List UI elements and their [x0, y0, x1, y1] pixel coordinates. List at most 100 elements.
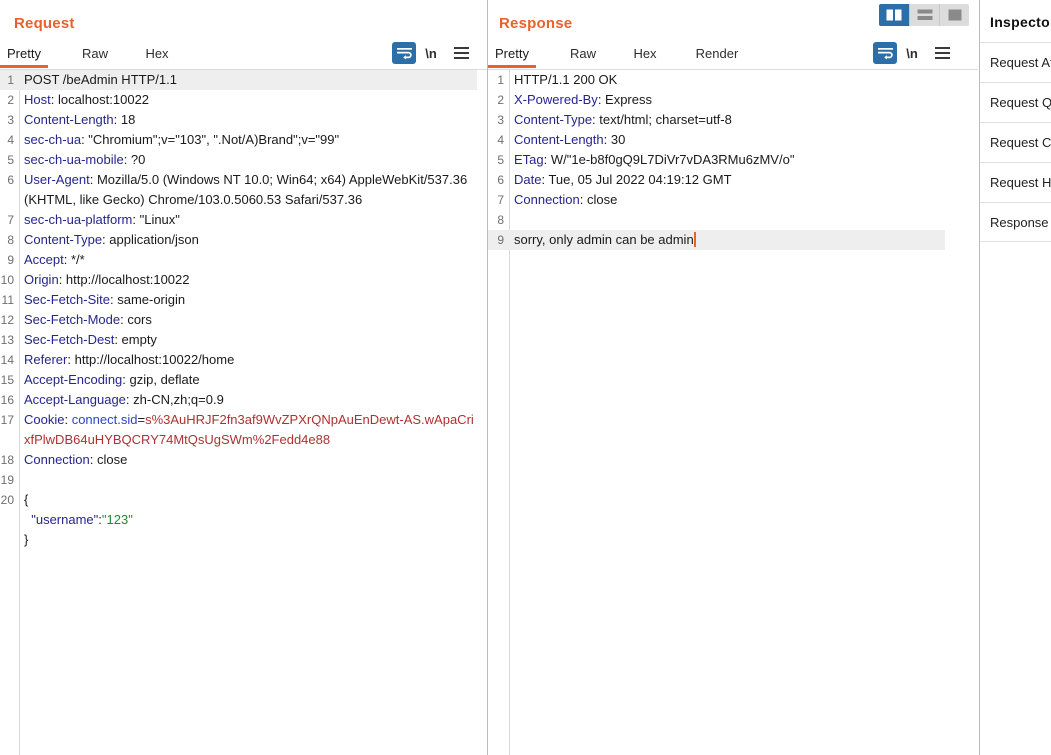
line-number: 7	[7, 213, 14, 227]
inspector-section-response-headers[interactable]: Response Headers	[980, 202, 1051, 242]
code-line[interactable]: 5 sec-ch-ua-mobile: ?0	[0, 150, 487, 170]
newline-label: \n	[425, 45, 437, 61]
code-line[interactable]: 1 HTTP/1.1 200 OK	[488, 70, 978, 90]
line-text: "username":"123"	[19, 510, 477, 530]
response-editor[interactable]: 1 HTTP/1.1 200 OK 2 X-Powered-By: Express 3 C…	[488, 70, 978, 755]
inspector-section-request-attributes[interactable]: Request Attributes	[980, 42, 1051, 82]
code-line[interactable]: 5 ETag: W/"1e-b8f0gQ9L7DiVr7vDA3RMu6zMV/o…	[488, 150, 978, 170]
code-line[interactable]: "username":"123"	[0, 510, 487, 530]
request-tabstrip: Pretty Raw Hex \n	[0, 42, 487, 70]
code-line[interactable]: 8	[488, 210, 978, 230]
tab-raw[interactable]: Raw	[78, 42, 112, 68]
tab-pretty[interactable]: Pretty	[488, 42, 536, 68]
code-line[interactable]: 7 sec-ch-ua-platform: "Linux"	[0, 210, 487, 230]
line-number: 8	[497, 213, 504, 227]
code-line[interactable]: 15 Accept-Encoding: gzip, deflate	[0, 370, 487, 390]
code-segment-hdr: X-Powered-By	[514, 92, 598, 107]
code-segment-hdr: Content-Type	[514, 112, 593, 127]
line-number: 14	[0, 353, 14, 367]
code-segment-hdr: Date	[514, 172, 542, 187]
layout-toggle-group	[879, 4, 969, 26]
code-line[interactable]: 10 Origin: http://localhost:10022	[0, 270, 487, 290]
line-number: 8	[7, 233, 14, 247]
tab-hex[interactable]: Hex	[142, 42, 172, 68]
newline-toggle[interactable]: \n	[416, 42, 446, 64]
code-line[interactable]: }	[0, 530, 487, 550]
code-line[interactable]: 7 Connection: close	[488, 190, 978, 210]
word-wrap-icon[interactable]	[392, 42, 416, 64]
code-segment-val: : W/"1e-b8f0gQ9L7DiVr7vDA3RMu6zMV/o"	[543, 152, 795, 167]
line-text: Content-Length: 30	[509, 130, 959, 150]
code-line[interactable]: 6 User-Agent: Mozilla/5.0 (Windows NT 10.…	[0, 170, 487, 210]
inspector-section-request-query-parameters[interactable]: Request Query Parameters	[980, 82, 1051, 122]
line-text: Content-Type: text/html; charset=utf-8	[509, 110, 959, 130]
code-segment-val: :	[64, 412, 72, 427]
code-segment-val: : empty	[114, 332, 157, 347]
menu-glyph	[453, 47, 469, 59]
code-segment-val: : ?0	[123, 152, 146, 167]
menu-icon[interactable]	[927, 42, 957, 64]
tab-spacer	[660, 42, 690, 68]
code-line[interactable]: 2 Host: localhost:10022	[0, 90, 487, 110]
response-panel-title: Response	[499, 15, 573, 32]
tab-spacer	[536, 42, 566, 68]
line-number: 1	[497, 73, 504, 87]
tab-pretty[interactable]: Pretty	[0, 42, 48, 68]
tab-spacer	[600, 42, 630, 68]
tab-hex[interactable]: Hex	[630, 42, 660, 68]
code-line[interactable]: 20 {	[0, 490, 487, 510]
inspector-section-request-cookies[interactable]: Request Cookies	[980, 122, 1051, 162]
code-line[interactable]: 13 Sec-Fetch-Dest: empty	[0, 330, 487, 350]
code-line[interactable]: 8 Content-Type: application/json	[0, 230, 487, 250]
line-number: 18	[0, 453, 14, 467]
tab-raw[interactable]: Raw	[566, 42, 600, 68]
menu-glyph	[934, 47, 950, 59]
code-line[interactable]: 16 Accept-Language: zh-CN,zh;q=0.9	[0, 390, 487, 410]
code-line[interactable]: 1 POST /beAdmin HTTP/1.1	[0, 70, 477, 90]
word-wrap-icon[interactable]	[873, 42, 897, 64]
code-segment-hdr: sec-ch-ua-mobile	[24, 152, 124, 167]
menu-icon[interactable]	[446, 42, 476, 64]
request-editor[interactable]: 1 POST /beAdmin HTTP/1.1 2 Host: localhost:…	[0, 70, 487, 755]
code-line[interactable]: 14 Referer: http://localhost:10022/home	[0, 350, 487, 370]
tab-render[interactable]: Render	[690, 42, 744, 68]
code-line[interactable]: 4 Content-Length: 30	[488, 130, 978, 150]
code-segment-hdr: Accept-Encoding	[24, 372, 123, 387]
code-segment-hdr: Host	[24, 92, 51, 107]
code-line[interactable]: 9 sorry, only admin can be admin	[488, 230, 945, 250]
line-number: 11	[1, 293, 14, 307]
code-segment-hdr: Content-Type	[24, 232, 103, 247]
code-line[interactable]: 4 sec-ch-ua: "Chromium";v="103", ".Not/A)…	[0, 130, 487, 150]
line-text: Host: localhost:10022	[19, 90, 477, 110]
line-text: Connection: close	[19, 450, 477, 470]
code-line[interactable]: 3 Content-Length: 18	[0, 110, 487, 130]
code-line[interactable]: 6 Date: Tue, 05 Jul 2022 04:19:12 GMT	[488, 170, 978, 190]
code-segment-ckey: connect.sid	[71, 412, 138, 427]
inspector-panel: Inspector Request AttributesRequest Quer…	[979, 0, 1051, 755]
line-number: 13	[0, 333, 14, 347]
layout-side-by-side[interactable]	[879, 4, 909, 26]
line-number: 2	[7, 93, 14, 107]
burp-repeater-view: Request Pretty Raw Hex \n 1 POST /beAdmin H…	[0, 0, 1051, 755]
code-segment-hdr: Connection	[24, 452, 90, 467]
code-line[interactable]: 17 Cookie: connect.sid=s%3AuHRJF2fn3af9Wv…	[0, 410, 487, 450]
code-segment-val: : http://localhost:10022/home	[67, 352, 235, 367]
line-number: 19	[0, 473, 14, 487]
code-line[interactable]: 12 Sec-Fetch-Mode: cors	[0, 310, 487, 330]
layout-stacked[interactable]	[909, 4, 939, 26]
code-line[interactable]: 9 Accept: */*	[0, 250, 487, 270]
line-text	[19, 470, 477, 490]
code-line[interactable]: 2 X-Powered-By: Express	[488, 90, 978, 110]
line-text: Cookie: connect.sid=s%3AuHRJF2fn3af9WvZP…	[19, 410, 477, 450]
code-line[interactable]: 19	[0, 470, 487, 490]
code-segment-val: : Express	[597, 92, 652, 107]
line-text: HTTP/1.1 200 OK	[509, 70, 959, 90]
layout-single[interactable]	[939, 4, 969, 26]
code-line[interactable]: 11 Sec-Fetch-Site: same-origin	[0, 290, 487, 310]
newline-toggle[interactable]: \n	[897, 42, 927, 64]
code-line[interactable]: 3 Content-Type: text/html; charset=utf-8	[488, 110, 978, 130]
code-segment-val: : 18	[113, 112, 136, 127]
line-text: User-Agent: Mozilla/5.0 (Windows NT 10.0…	[19, 170, 477, 210]
inspector-section-request-headers[interactable]: Request Headers	[980, 162, 1051, 202]
code-line[interactable]: 18 Connection: close	[0, 450, 487, 470]
